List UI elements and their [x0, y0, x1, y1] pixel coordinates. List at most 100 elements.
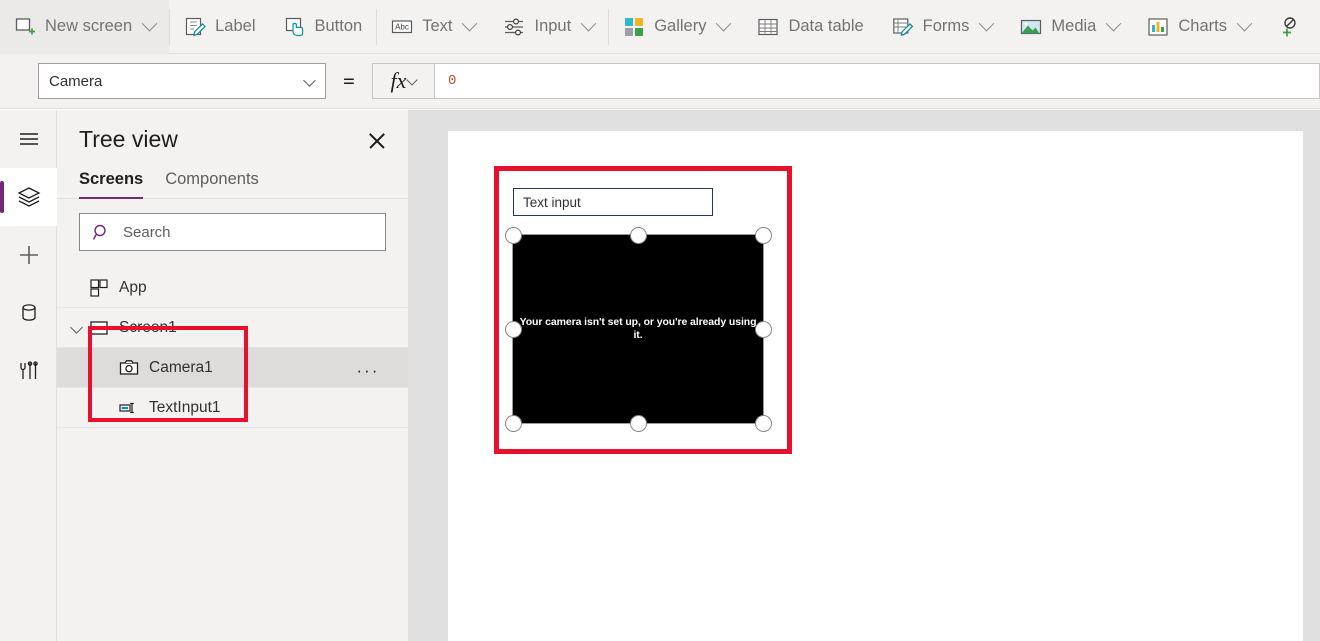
chevron-down-icon	[581, 16, 597, 32]
search-placeholder: Search	[123, 224, 171, 241]
app-icon	[89, 278, 109, 298]
screen-icon	[89, 318, 109, 338]
ribbon-icons[interactable]	[1264, 0, 1309, 54]
tree-node-textinput1-label: TextInput1	[149, 399, 221, 417]
left-icon-rail	[0, 110, 57, 641]
close-icon[interactable]	[364, 128, 390, 154]
layers-icon	[16, 184, 42, 210]
tree-node-app[interactable]: App	[57, 268, 408, 308]
formula-value: 0	[448, 73, 456, 89]
insert-ribbon: New screen Label Button Abc	[0, 0, 1320, 54]
canvas-workspace: Text input Your camera isn't set up, or …	[409, 110, 1320, 641]
ribbon-label-label: Label	[215, 18, 255, 35]
canvas-text-input-value: Text input	[523, 195, 581, 210]
svg-text:Abc: Abc	[395, 22, 409, 31]
ribbon-button-label: Button	[315, 18, 363, 35]
canvas-camera-control[interactable]: Your camera isn't set up, or you're alre…	[513, 235, 763, 423]
ribbon-gallery[interactable]: Gallery	[609, 0, 743, 54]
rail-insert[interactable]	[0, 226, 57, 284]
ribbon-media-label: Media	[1051, 18, 1096, 35]
hamburger-icon	[16, 126, 42, 152]
ribbon-text[interactable]: Abc Text	[377, 0, 489, 54]
rail-advanced-tools[interactable]	[0, 342, 57, 400]
fx-label: fx	[391, 70, 407, 92]
tab-screens[interactable]: Screens	[79, 170, 143, 198]
chevron-down-icon	[142, 16, 158, 32]
search-input[interactable]: Search	[79, 213, 386, 251]
ribbon-media[interactable]: Media	[1006, 0, 1133, 54]
ribbon-forms-label: Forms	[923, 18, 970, 35]
textinput-icon	[119, 398, 139, 418]
media-icon	[1020, 16, 1042, 38]
label-icon	[184, 16, 206, 38]
tree-node-overflow-menu[interactable]: ...	[357, 364, 380, 371]
database-icon	[16, 300, 42, 326]
ribbon-input-label: Input	[534, 18, 571, 35]
camera-icon	[119, 358, 139, 378]
formula-bar: Camera = fx 0	[0, 54, 1320, 109]
input-icon	[503, 16, 525, 38]
data-table-icon	[757, 16, 779, 38]
tree-node-app-label: App	[119, 279, 147, 297]
chevron-down-icon[interactable]	[71, 321, 85, 335]
resize-handle-bottom-center[interactable]	[630, 415, 647, 432]
new-screen-icon	[14, 16, 36, 38]
icons-icon	[1278, 16, 1300, 38]
tree-node-screen1-label: Screen1	[119, 319, 177, 337]
camera-error-message: Your camera isn't set up, or you're alre…	[513, 316, 763, 341]
search-wrapper: Search	[57, 199, 408, 251]
chevron-down-icon	[979, 16, 995, 32]
tab-components[interactable]: Components	[165, 170, 259, 198]
ribbon-gallery-label: Gallery	[654, 18, 706, 35]
button-icon	[284, 16, 306, 38]
ribbon-new-screen-label: New screen	[45, 18, 132, 35]
rail-tree-view[interactable]	[0, 168, 57, 226]
chevron-down-icon	[462, 16, 478, 32]
resize-handle-top-center[interactable]	[630, 227, 647, 244]
fx-button[interactable]: fx	[372, 63, 434, 99]
gallery-icon	[623, 16, 645, 38]
forms-icon	[892, 16, 914, 38]
resize-handle-top-left[interactable]	[505, 227, 522, 244]
chevron-down-icon	[1237, 16, 1253, 32]
property-dropdown-value: Camera	[49, 73, 102, 90]
chevron-down-icon	[303, 74, 316, 87]
resize-handle-middle-right[interactable]	[755, 321, 772, 338]
canvas-text-input[interactable]: Text input	[513, 188, 713, 216]
tools-icon	[16, 358, 42, 384]
ribbon-charts-label: Charts	[1178, 18, 1227, 35]
tree-node-camera1[interactable]: Camera1 ...	[57, 348, 408, 388]
chevron-down-icon	[1106, 16, 1122, 32]
tree-node-camera1-label: Camera1	[149, 359, 213, 377]
rail-data[interactable]	[0, 284, 57, 342]
equals-sign: =	[326, 69, 372, 94]
tree-view-header: Tree view	[57, 110, 408, 154]
plus-icon	[16, 242, 42, 268]
chevron-down-icon	[407, 74, 418, 85]
app-screen-canvas[interactable]: Text input Your camera isn't set up, or …	[448, 131, 1303, 641]
ribbon-input[interactable]: Input	[489, 0, 608, 54]
tree-node-screen1[interactable]: Screen1	[57, 308, 408, 348]
chevron-down-icon	[716, 16, 732, 32]
resize-handle-bottom-left[interactable]	[505, 415, 522, 432]
property-dropdown[interactable]: Camera	[38, 63, 326, 99]
ribbon-data-table[interactable]: Data table	[743, 0, 877, 54]
rail-hamburger-menu[interactable]	[0, 110, 57, 168]
tree-node-list: App Screen1 Camera1 ...	[57, 268, 408, 428]
resize-handle-top-right[interactable]	[755, 227, 772, 244]
ribbon-text-label: Text	[422, 18, 452, 35]
ribbon-data-table-label: Data table	[788, 18, 863, 35]
charts-icon	[1147, 16, 1169, 38]
ribbon-forms[interactable]: Forms	[878, 0, 1007, 54]
tree-view-panel: Tree view Screens Components Search	[57, 110, 409, 641]
tree-view-tabs: Screens Components	[57, 154, 408, 199]
tree-node-textinput1[interactable]: TextInput1	[57, 388, 408, 428]
ribbon-button[interactable]: Button	[270, 0, 377, 54]
formula-input[interactable]: 0	[434, 63, 1320, 99]
resize-handle-bottom-right[interactable]	[755, 415, 772, 432]
search-icon	[92, 223, 111, 242]
ribbon-charts[interactable]: Charts	[1133, 0, 1264, 54]
ribbon-label[interactable]: Label	[170, 0, 269, 54]
ribbon-new-screen[interactable]: New screen	[0, 0, 169, 54]
resize-handle-middle-left[interactable]	[505, 321, 522, 338]
